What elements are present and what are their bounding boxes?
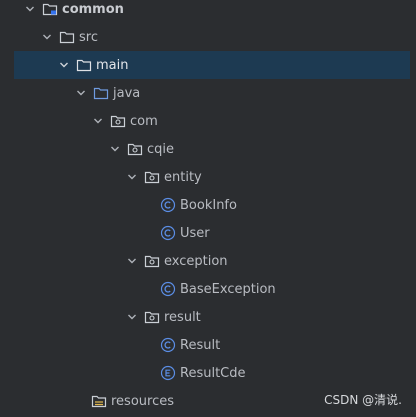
tree-node-label: src <box>79 29 98 45</box>
tree-node-label: common <box>62 1 124 17</box>
tree-node-label: BaseException <box>180 281 276 297</box>
tree-node-entity[interactable]: entity <box>0 163 416 191</box>
folder-icon <box>76 57 92 73</box>
source-folder-icon <box>93 85 109 101</box>
chevron-down-icon[interactable] <box>126 255 138 267</box>
tree-node-label: entity <box>164 169 202 185</box>
class-icon <box>160 281 176 297</box>
chevron-down-icon[interactable] <box>24 3 36 15</box>
tree-node-label: User <box>180 225 210 241</box>
tree-node-exception[interactable]: exception <box>0 247 416 275</box>
chevron-down-icon[interactable] <box>41 31 53 43</box>
tree-node-label: resources <box>111 393 175 409</box>
project-tree: common src main java com cqie entity Boo… <box>0 0 416 417</box>
tree-node-common[interactable]: common <box>0 0 416 23</box>
tree-node-label: com <box>130 113 158 129</box>
chevron-down-icon[interactable] <box>92 115 104 127</box>
chevron-down-icon[interactable] <box>58 59 70 71</box>
watermark: CSDN @清说. <box>324 393 402 407</box>
tree-node-src[interactable]: src <box>0 23 416 51</box>
package-icon <box>144 169 160 185</box>
tree-node-result[interactable]: result <box>0 303 416 331</box>
enum-icon <box>160 365 176 381</box>
module-folder-icon <box>42 1 58 17</box>
chevron-down-icon[interactable] <box>126 311 138 323</box>
tree-node-cqie[interactable]: cqie <box>0 135 416 163</box>
tree-node-result-class[interactable]: Result <box>0 331 416 359</box>
tree-node-label: result <box>164 309 201 325</box>
tree-node-label: Result <box>180 337 221 353</box>
package-icon <box>127 141 143 157</box>
tree-node-resultcde[interactable]: ResultCde <box>0 359 416 387</box>
tree-node-label: ResultCde <box>180 365 246 381</box>
package-icon <box>144 253 160 269</box>
chevron-down-icon[interactable] <box>75 87 87 99</box>
tree-node-java[interactable]: java <box>0 79 416 107</box>
package-icon <box>110 113 126 129</box>
tree-node-label: java <box>113 85 141 101</box>
resources-folder-icon <box>91 393 107 409</box>
tree-node-label: BookInfo <box>180 197 237 213</box>
folder-icon <box>59 29 75 45</box>
tree-node-com[interactable]: com <box>0 107 416 135</box>
class-icon <box>160 337 176 353</box>
tree-node-user[interactable]: User <box>0 219 416 247</box>
class-icon <box>160 225 176 241</box>
chevron-down-icon[interactable] <box>126 171 138 183</box>
tree-node-label: exception <box>164 253 228 269</box>
tree-node-bookinfo[interactable]: BookInfo <box>0 191 416 219</box>
class-icon <box>160 197 176 213</box>
tree-node-main[interactable]: main <box>14 51 410 79</box>
tree-node-label: cqie <box>147 141 175 157</box>
tree-node-label: main <box>96 57 129 73</box>
tree-node-baseexception[interactable]: BaseException <box>0 275 416 303</box>
chevron-down-icon[interactable] <box>109 143 121 155</box>
package-icon <box>144 309 160 325</box>
